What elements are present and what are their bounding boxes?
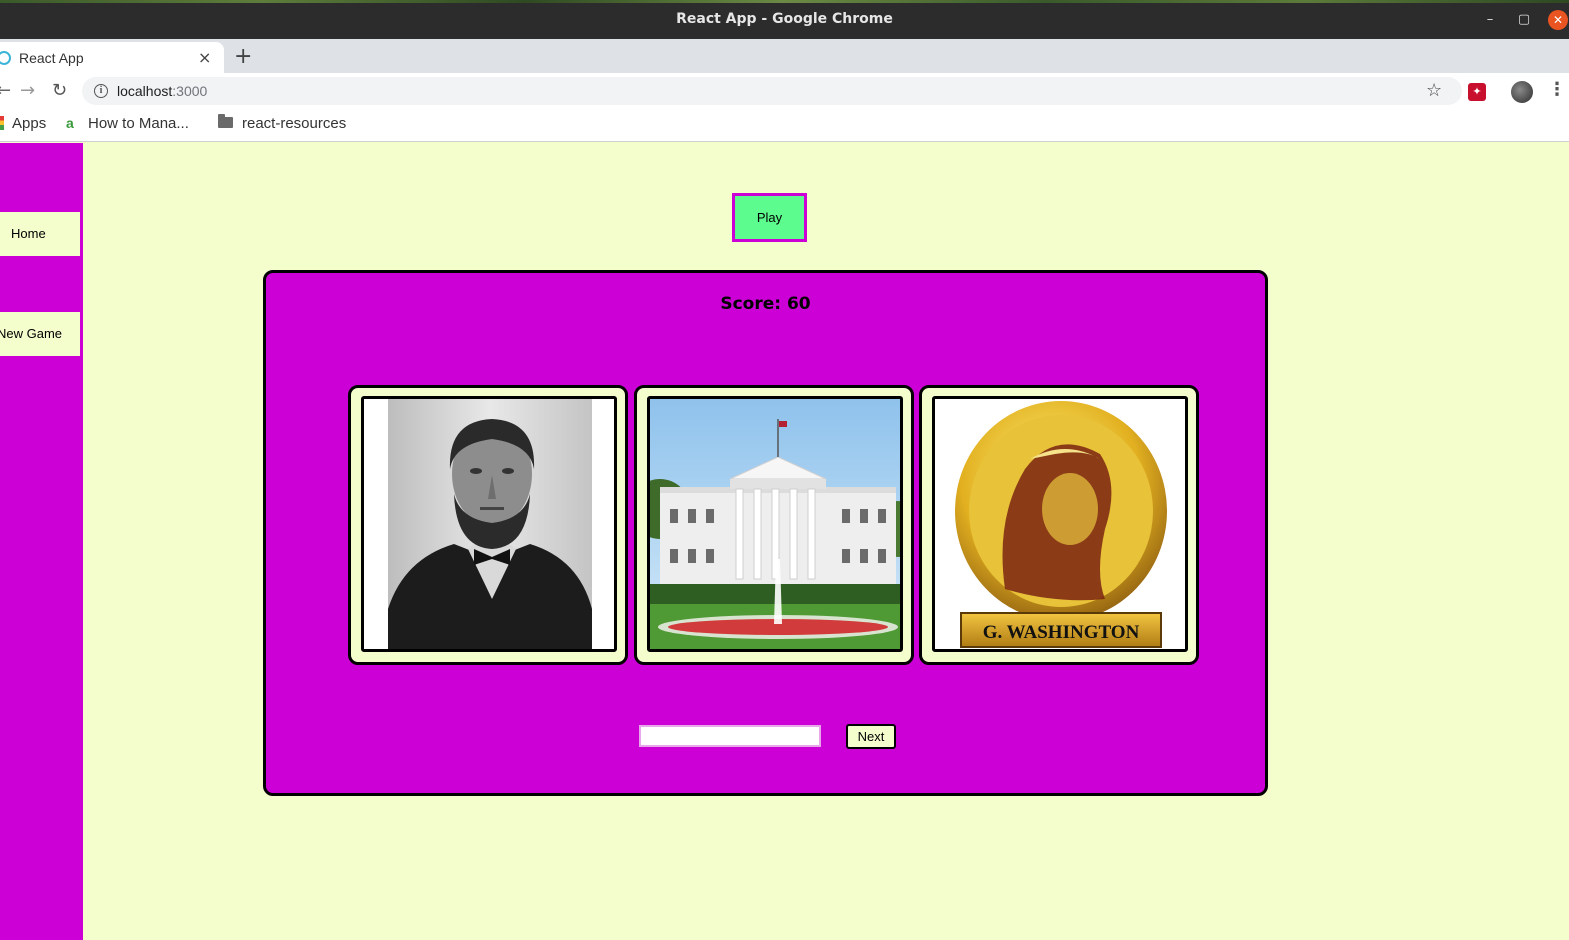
reload-icon[interactable]: ↻ [52, 80, 67, 101]
titlebar-wallpaper-strip [0, 0, 1569, 3]
sidebar: Home New Game [0, 143, 83, 940]
washington-coin-image: G. WASHINGTON [935, 399, 1185, 649]
game-panel: Score: 60 G. WASHINGTON Next [263, 270, 1268, 796]
coin-caption: G. WASHINGTON [983, 622, 1140, 643]
tab-close-icon[interactable]: × [198, 48, 211, 67]
maximize-icon[interactable]: ▢ [1514, 10, 1534, 30]
clue-image-washington-coin: G. WASHINGTON [932, 396, 1188, 652]
chrome-menu-icon[interactable]: ⋮ [1548, 79, 1566, 100]
play-button[interactable]: Play [732, 193, 807, 242]
next-button[interactable]: Next [846, 724, 896, 749]
white-house-image [650, 399, 900, 649]
new-tab-icon[interactable]: + [234, 44, 252, 69]
tab-title: React App [19, 50, 84, 66]
bookmark-label: react-resources [242, 115, 347, 132]
extension-icon[interactable]: ✦ [1468, 83, 1486, 101]
bookmark-label: Apps [12, 115, 47, 132]
apps-grid-icon [0, 116, 4, 130]
back-icon[interactable]: ← [0, 80, 11, 101]
close-window-icon[interactable]: ✕ [1548, 10, 1568, 30]
bookmarks-bar: Apps a How to Mana... react-resources [0, 109, 1569, 142]
guess-input[interactable] [639, 725, 821, 747]
bookmark-star-icon[interactable]: ☆ [1426, 80, 1442, 101]
site-favicon-icon: a [66, 115, 74, 131]
window-title: React App - Google Chrome [676, 11, 893, 27]
url-port: :3000 [172, 83, 208, 99]
home-button[interactable]: Home [0, 212, 80, 256]
bookmark-how-to-manage[interactable]: a How to Mana... [66, 115, 189, 132]
bookmark-apps[interactable]: Apps [0, 115, 46, 132]
url-host: localhost [117, 83, 173, 99]
new-game-label: New Game [0, 326, 63, 341]
react-logo-icon [0, 51, 11, 65]
site-info-icon[interactable]: i [94, 84, 108, 98]
bookmark-react-resources[interactable]: react-resources [218, 114, 347, 132]
profile-avatar-icon[interactable] [1511, 81, 1533, 103]
score-display: Score: 60 [720, 294, 811, 314]
lincoln-portrait-image [364, 399, 614, 649]
clue-image-white-house [647, 396, 903, 652]
clue-card-1 [348, 385, 628, 665]
folder-icon [218, 114, 233, 128]
minimize-icon[interactable]: – [1480, 10, 1500, 30]
tab-strip: React App × + [0, 39, 1569, 73]
clue-image-lincoln [361, 396, 617, 652]
browser-toolbar: ← → ↻ i localhost:3000 ☆ ✦ ⋮ [0, 73, 1569, 109]
window-titlebar: React App - Google Chrome – ▢ ✕ [0, 0, 1569, 39]
address-bar[interactable]: i localhost:3000 ☆ [82, 77, 1462, 105]
bookmark-label: How to Mana... [88, 115, 189, 132]
clue-card-3: G. WASHINGTON [919, 385, 1199, 665]
tab-react-app[interactable]: React App × [0, 42, 224, 73]
url-text: localhost:3000 [117, 83, 207, 99]
forward-icon[interactable]: → [20, 80, 35, 101]
new-game-button[interactable]: New Game [0, 312, 80, 356]
clue-card-2 [634, 385, 914, 665]
